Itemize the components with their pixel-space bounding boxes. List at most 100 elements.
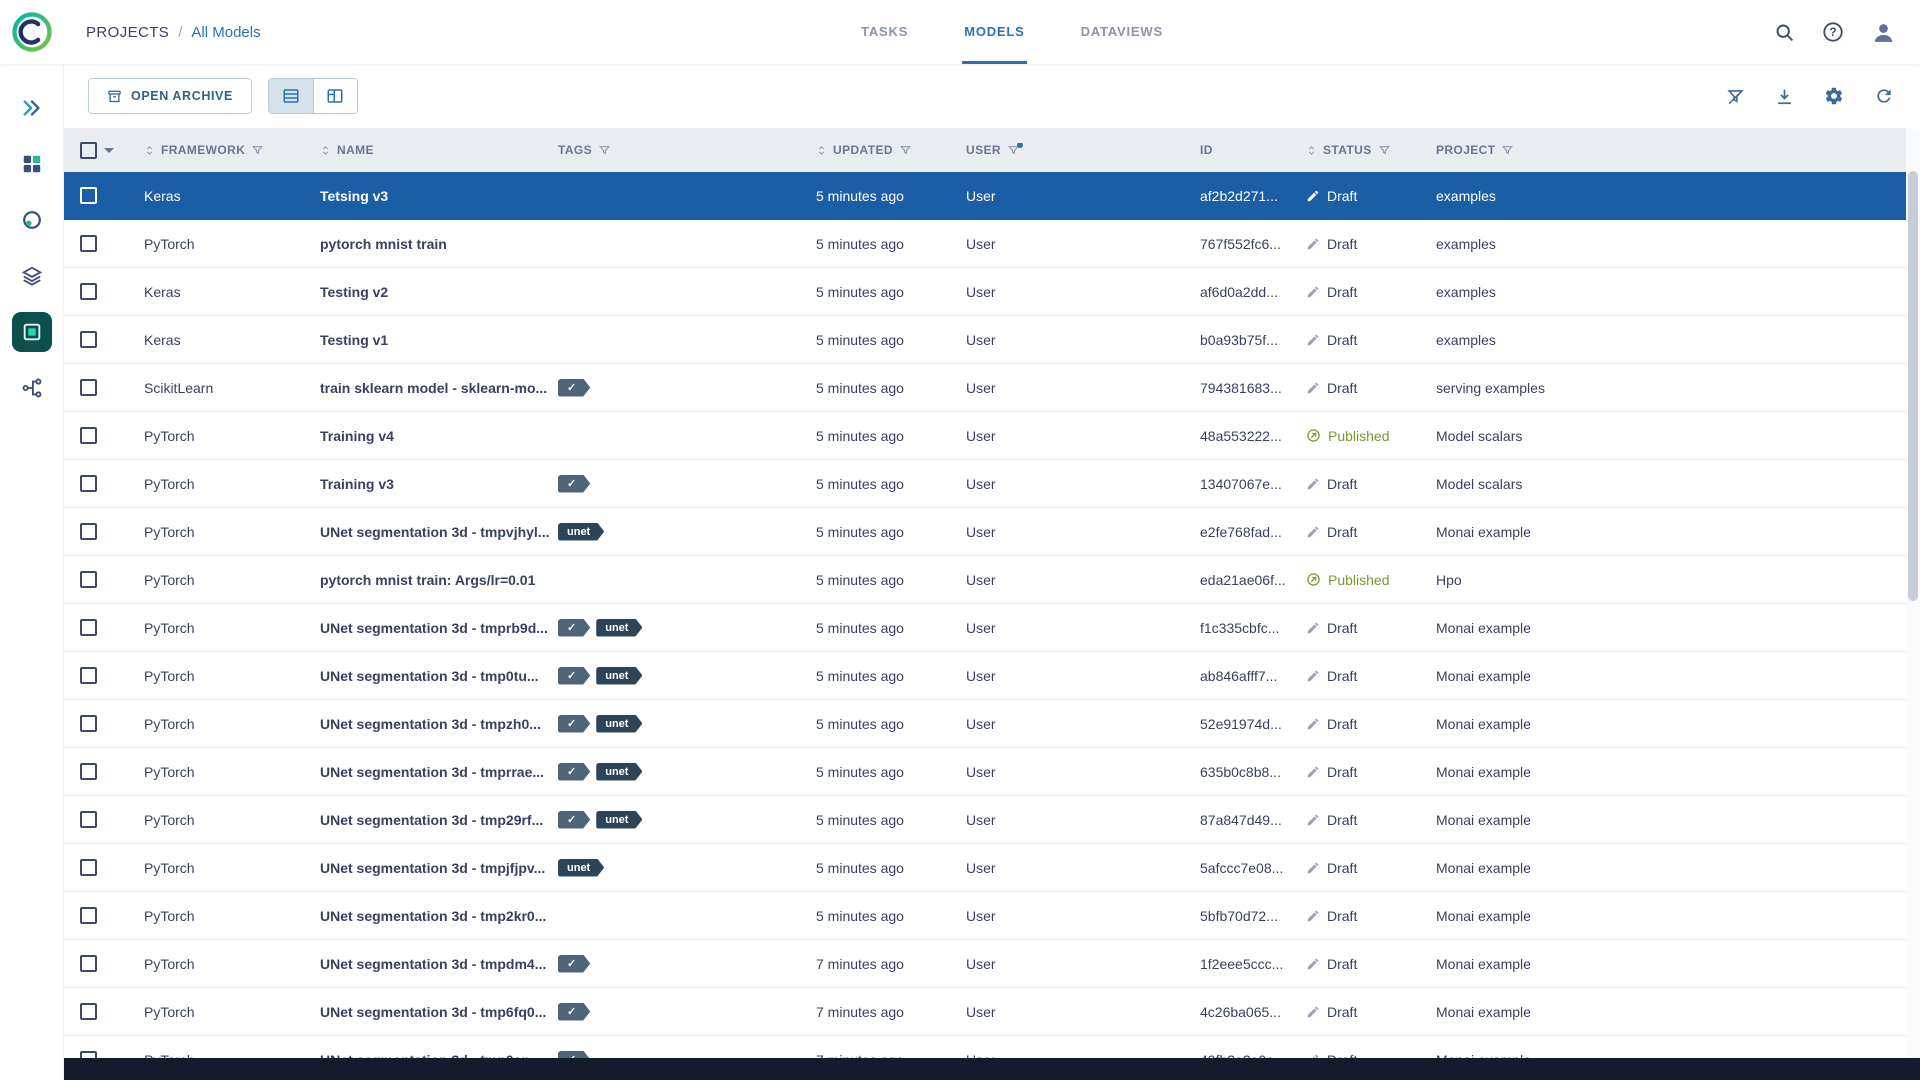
row-checkbox[interactable] (80, 379, 97, 396)
sort-icon-updated[interactable] (816, 144, 827, 157)
model-name-label[interactable]: UNet segmentation 3d - tmprrae... (320, 764, 544, 780)
sidebar-item-datasets[interactable] (12, 256, 52, 296)
table-row[interactable]: ScikitLearn train sklearn model - sklear… (64, 364, 1906, 412)
filter-icon-framework[interactable] (251, 144, 264, 157)
row-checkbox[interactable] (80, 811, 97, 828)
table-row[interactable]: PyTorch UNet segmentation 3d - tmprrae..… (64, 748, 1906, 796)
tab-models[interactable]: MODELS (962, 0, 1026, 64)
row-checkbox[interactable] (80, 667, 97, 684)
row-checkbox[interactable] (80, 571, 97, 588)
model-name-label[interactable]: UNet segmentation 3d - tmp0tu... (320, 668, 539, 684)
download-icon[interactable] (1775, 87, 1794, 106)
table-row[interactable]: PyTorch UNet segmentation 3d - tmpjfjpv.… (64, 844, 1906, 892)
column-header-id[interactable]: ID (1200, 143, 1213, 157)
row-checkbox[interactable] (80, 283, 97, 300)
table-row[interactable]: PyTorch pytorch mnist train 5 minutes ag… (64, 220, 1906, 268)
sidebar-item-models[interactable] (12, 312, 52, 352)
table-row[interactable]: PyTorch UNet segmentation 3d - tmp29rf..… (64, 796, 1906, 844)
row-checkbox[interactable] (80, 907, 97, 924)
filter-icon-updated[interactable] (899, 144, 912, 157)
breadcrumb-root[interactable]: PROJECTS (86, 24, 169, 41)
sort-icon-status[interactable] (1306, 144, 1317, 157)
sidebar-item-home[interactable] (12, 88, 52, 128)
breadcrumb-current[interactable]: All Models (191, 24, 260, 41)
table-row[interactable]: PyTorch UNet segmentation 3d - tmpzh0...… (64, 700, 1906, 748)
sidebar-item-dashboard[interactable] (12, 144, 52, 184)
sidebar-item-projects[interactable] (12, 200, 52, 240)
open-archive-button[interactable]: OPEN ARCHIVE (88, 78, 252, 114)
row-checkbox[interactable] (80, 619, 97, 636)
sort-icon-name[interactable] (320, 144, 331, 157)
filter-icon-tags[interactable] (598, 144, 611, 157)
model-name-label[interactable]: UNet segmentation 3d - tmp6fq0... (320, 1004, 546, 1020)
model-name-label[interactable]: UNet segmentation 3d - tmpjfjpv... (320, 860, 545, 876)
app-logo[interactable] (0, 0, 64, 64)
model-name-label[interactable]: UNet segmentation 3d - tmp29rf... (320, 812, 543, 828)
model-name-label[interactable]: UNet segmentation 3d - tmprb9d... (320, 620, 548, 636)
row-checkbox[interactable] (80, 427, 97, 444)
model-name-label[interactable]: Training v4 (320, 428, 394, 444)
table-row[interactable]: PyTorch UNet segmentation 3d - tmpdm4...… (64, 940, 1906, 988)
row-checkbox[interactable] (80, 235, 97, 252)
auto-refresh-icon[interactable] (1874, 86, 1894, 106)
column-header-status[interactable]: STATUS (1323, 143, 1372, 157)
model-name-label[interactable]: Testing v1 (320, 332, 388, 348)
filter-icon-status[interactable] (1378, 144, 1391, 157)
column-header-updated[interactable]: UPDATED (833, 143, 893, 157)
column-header-project[interactable]: PROJECT (1436, 143, 1495, 157)
table-row[interactable]: PyTorch UNet segmentation 3d - tmp2kr0..… (64, 892, 1906, 940)
column-header-name[interactable]: NAME (337, 143, 374, 157)
table-row[interactable]: PyTorch Training v3 ✓ 5 minutes ago User… (64, 460, 1906, 508)
filter-reset-icon[interactable] (1726, 87, 1745, 106)
user-avatar-icon[interactable] (1871, 20, 1896, 45)
card-view-button[interactable] (313, 79, 357, 113)
tab-dataviews[interactable]: DATAVIEWS (1079, 0, 1165, 64)
column-header-framework[interactable]: FRAMEWORK (161, 143, 245, 157)
model-name-label[interactable]: UNet segmentation 3d - tmpvjhyl... (320, 524, 549, 540)
settings-icon[interactable] (1824, 86, 1844, 106)
model-name-label[interactable]: UNet segmentation 3d - tmpzh0... (320, 716, 541, 732)
table-row[interactable]: PyTorch pytorch mnist train: Args/lr=0.0… (64, 556, 1906, 604)
filter-icon-project[interactable] (1501, 144, 1514, 157)
select-all-checkbox[interactable] (80, 142, 97, 159)
model-name-label[interactable]: Tetsing v3 (320, 188, 388, 204)
row-checkbox[interactable] (80, 715, 97, 732)
table-row[interactable]: Keras Testing v2 5 minutes ago User af6d… (64, 268, 1906, 316)
row-checkbox[interactable] (80, 763, 97, 780)
sidebar-item-pipelines[interactable] (12, 368, 52, 408)
table-view-button[interactable] (269, 79, 313, 113)
row-checkbox[interactable] (80, 331, 97, 348)
row-checkbox[interactable] (80, 955, 97, 972)
tab-tasks[interactable]: TASKS (859, 0, 910, 64)
row-checkbox[interactable] (80, 1003, 97, 1020)
table-row[interactable]: PyTorch UNet segmentation 3d - tmp0ap...… (64, 1036, 1906, 1058)
column-header-tags[interactable]: TAGS (558, 143, 592, 157)
scrollbar-thumb[interactable] (1908, 171, 1918, 601)
sort-icon-framework[interactable] (144, 144, 155, 157)
table-row[interactable]: Keras Testing v1 5 minutes ago User b0a9… (64, 316, 1906, 364)
table-row[interactable]: PyTorch UNet segmentation 3d - tmp6fq0..… (64, 988, 1906, 1036)
row-checkbox[interactable] (80, 523, 97, 540)
column-header-user[interactable]: USER (966, 143, 1001, 157)
table-row[interactable]: PyTorch UNet segmentation 3d - tmp0tu...… (64, 652, 1906, 700)
model-name-label[interactable]: Training v3 (320, 476, 394, 492)
search-icon[interactable] (1774, 22, 1795, 43)
model-name-label[interactable]: train sklearn model - sklearn-mo... (320, 380, 547, 396)
row-checkbox[interactable] (80, 475, 97, 492)
model-name-label[interactable]: pytorch mnist train: Args/lr=0.01 (320, 572, 535, 588)
row-checkbox[interactable] (80, 859, 97, 876)
row-checkbox[interactable] (80, 187, 97, 204)
model-name-label[interactable]: UNet segmentation 3d - tmp2kr0... (320, 908, 546, 924)
table-row[interactable]: PyTorch UNet segmentation 3d - tmprb9d..… (64, 604, 1906, 652)
filter-icon-user[interactable] (1007, 144, 1020, 157)
selection-dropdown-caret-icon[interactable] (104, 148, 114, 153)
model-name-label[interactable]: UNet segmentation 3d - tmpdm4... (320, 956, 546, 972)
row-checkbox[interactable] (80, 1051, 97, 1058)
table-row[interactable]: PyTorch Training v4 5 minutes ago User 4… (64, 412, 1906, 460)
table-row[interactable]: Keras Tetsing v3 5 minutes ago User af2b… (64, 172, 1906, 220)
vertical-scrollbar[interactable] (1906, 129, 1920, 1058)
table-row[interactable]: PyTorch UNet segmentation 3d - tmpvjhyl.… (64, 508, 1906, 556)
help-icon[interactable]: ? (1822, 21, 1844, 43)
model-name-label[interactable]: Testing v2 (320, 284, 388, 300)
model-name-label[interactable]: pytorch mnist train (320, 236, 447, 252)
